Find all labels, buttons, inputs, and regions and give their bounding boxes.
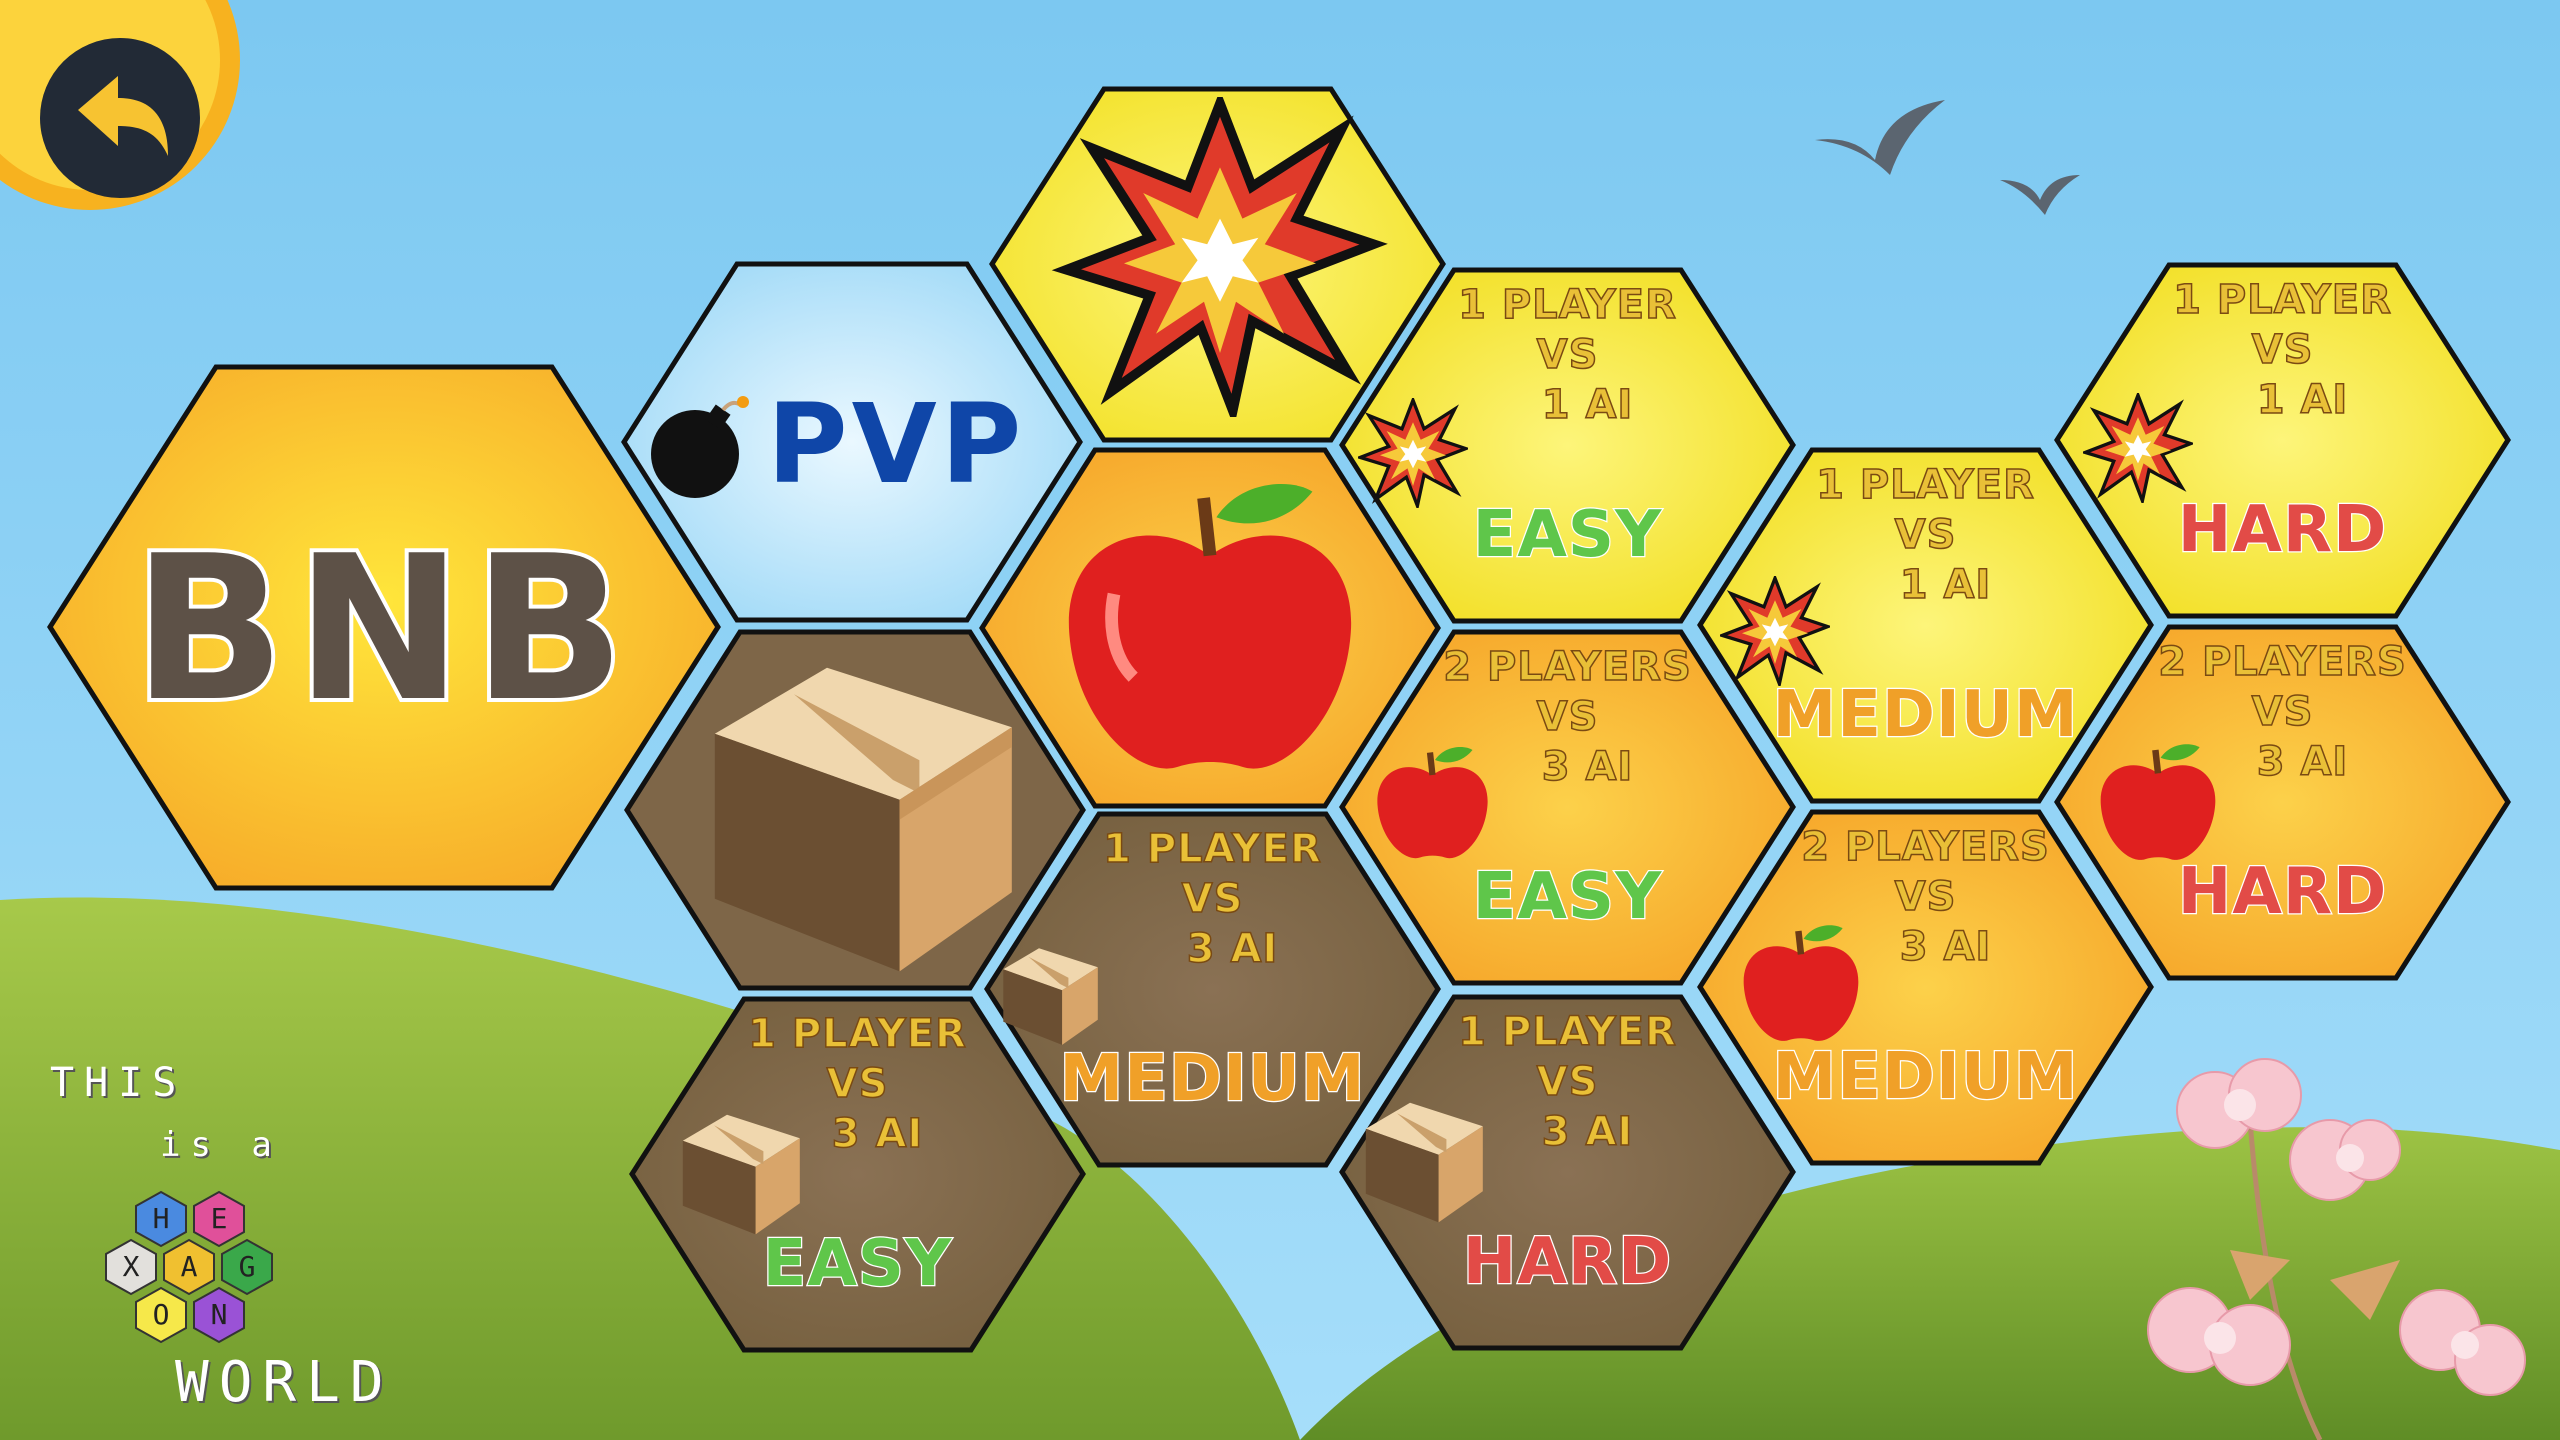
brand-line2: is a xyxy=(160,1125,282,1165)
title-tile: BNB xyxy=(47,364,721,891)
brand-hex-letter: O xyxy=(132,1286,190,1344)
vs-label: VS xyxy=(2251,688,2314,736)
vs-label: VS xyxy=(1181,875,1244,923)
title-text: BNB xyxy=(129,509,636,750)
difficulty-label: HARD xyxy=(2177,492,2388,569)
mode-tile-matchup: 1 PLAYER VS 3 AI xyxy=(985,824,1440,974)
back-arrow-icon xyxy=(78,76,168,156)
game-scene: BNB PVP 1 PLAYER VS 1 AI EASY 1 PLAYER V… xyxy=(0,0,2560,1440)
brand-hex-letter: N xyxy=(190,1286,248,1344)
difficulty-label: EASY xyxy=(761,1226,953,1303)
players-label: 1 PLAYER xyxy=(1102,825,1322,873)
players-label: 1 PLAYER xyxy=(1457,281,1677,329)
difficulty-label: HARD xyxy=(1462,1224,1673,1301)
brand-hex-letter-text: A xyxy=(180,1250,198,1283)
brand-line1: THIS xyxy=(50,1060,187,1106)
vs-label: VS xyxy=(1536,331,1599,379)
bomb-icon xyxy=(651,396,749,498)
mode-tile-matchup: 2 PLAYERS VS 3 AI xyxy=(1340,642,1795,792)
mode-tile-matchup: 2 PLAYERS VS 3 AI xyxy=(2055,637,2510,787)
brand-hex-cluster: H E X A G O N xyxy=(90,1180,310,1360)
ai-label: 3 AI xyxy=(1186,925,1279,973)
vs-label: VS xyxy=(2251,326,2314,374)
brand-hex-letter-text: E xyxy=(210,1202,228,1235)
hexagon-world-logo: THIS is a H E X A G O N WORLD xyxy=(45,1060,445,1420)
vs-label: VS xyxy=(1536,1058,1599,1106)
difficulty-label: HARD xyxy=(2177,854,2388,931)
players-label: 1 PLAYER xyxy=(2172,276,2392,324)
box-icon xyxy=(714,667,1012,972)
mode-tile-box-1p-3ai-hard[interactable]: 1 PLAYER VS 3 AI HARD xyxy=(1339,994,1796,1351)
brand-hex-letter-text: N xyxy=(210,1298,228,1331)
mode-tile-apple-2p-3ai-hard[interactable]: 2 PLAYERS VS 3 AI HARD xyxy=(2054,624,2511,981)
players-label: 2 PLAYERS xyxy=(1442,643,1692,691)
ai-label: 3 AI xyxy=(1541,1108,1634,1156)
brand-line3: WORLD xyxy=(175,1350,394,1415)
vs-label: VS xyxy=(1536,693,1599,741)
mode-tile-matchup: 1 PLAYER VS 3 AI xyxy=(1340,1007,1795,1157)
brand-hex-letter-text: X xyxy=(122,1250,140,1283)
mode-tile-explosion-1p-1ai-hard[interactable]: 1 PLAYER VS 1 AI HARD xyxy=(2054,262,2511,619)
brand-hex-letter-text: G xyxy=(238,1250,256,1283)
ai-label: 1 AI xyxy=(2256,376,2349,424)
brand-hex-letter-text: H xyxy=(152,1202,170,1235)
mode-tile-matchup: 1 PLAYER VS 1 AI xyxy=(2055,275,2510,425)
ai-label: 3 AI xyxy=(2256,738,2349,786)
ai-label: 3 AI xyxy=(1541,743,1634,791)
back-button[interactable] xyxy=(40,38,200,198)
players-label: 2 PLAYERS xyxy=(2157,638,2407,686)
ai-label: 1 AI xyxy=(1541,381,1634,429)
apple-icon xyxy=(1068,483,1352,769)
brand-hex-letter-text: O xyxy=(152,1298,170,1331)
players-label: 1 PLAYER xyxy=(1457,1008,1677,1056)
mode-tile-matchup: 1 PLAYER VS 1 AI xyxy=(1340,280,1795,430)
